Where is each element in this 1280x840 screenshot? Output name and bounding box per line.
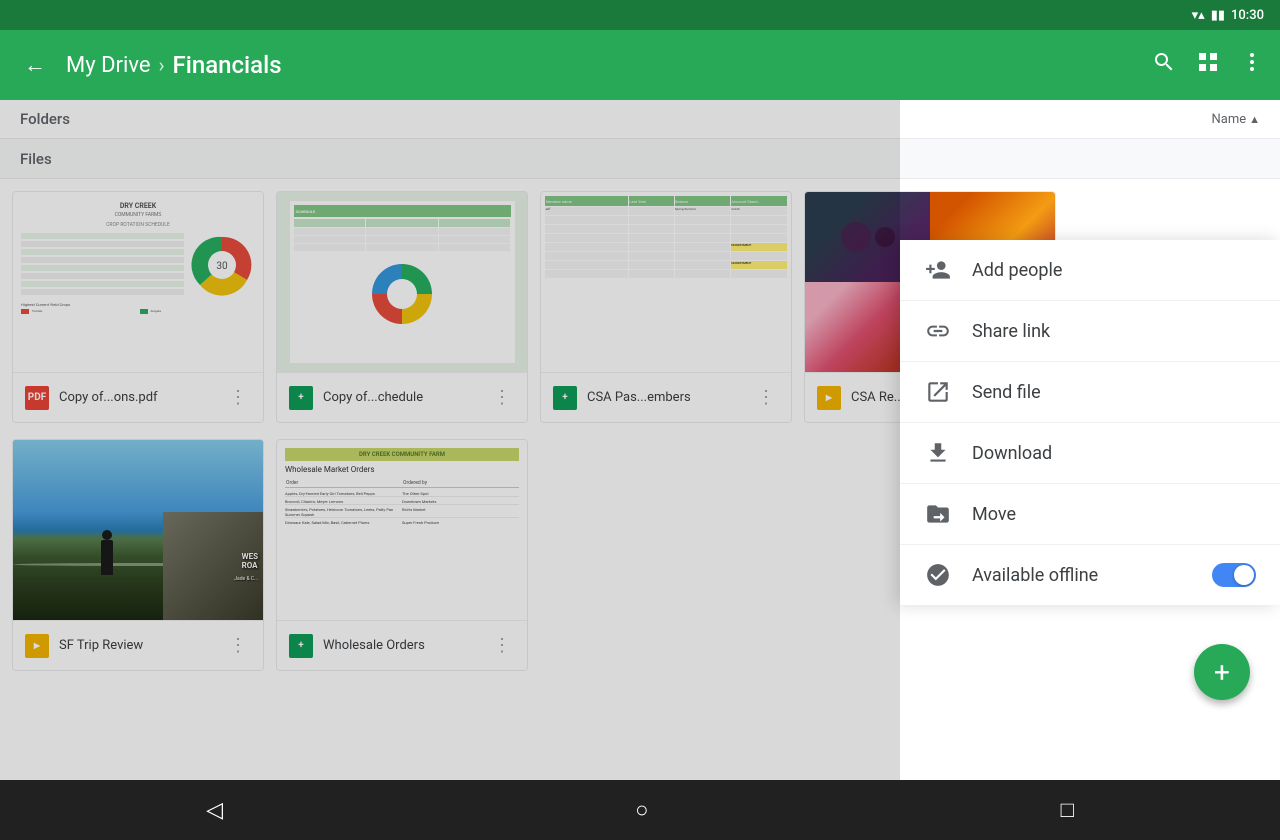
menu-item-add-people[interactable]: Add people [900, 240, 1280, 301]
menu-item-share-link[interactable]: Share link [900, 301, 1280, 362]
breadcrumb-my-drive[interactable]: My Drive [66, 53, 151, 78]
more-options-icon[interactable] [1240, 50, 1264, 80]
nav-back-button[interactable]: ◁ [190, 790, 239, 831]
toggle-knob [1234, 565, 1254, 585]
menu-item-download[interactable]: Download [900, 423, 1280, 484]
grid-view-icon[interactable] [1196, 50, 1220, 80]
sort-name-label: Name [1211, 112, 1246, 127]
send-file-icon [924, 378, 952, 406]
menu-item-send-file[interactable]: Send file [900, 362, 1280, 423]
available-offline-toggle[interactable] [1212, 563, 1256, 587]
nav-home-button[interactable]: ○ [619, 789, 664, 831]
move-label: Move [972, 504, 1256, 525]
content-area: Folders Name ▲ Files DRY CREEK COMMUNITY… [0, 100, 1280, 780]
context-menu: Add people Share link Send file [900, 240, 1280, 605]
search-icon[interactable] [1152, 50, 1176, 80]
toolbar: ← My Drive › Financials [0, 30, 1280, 100]
status-time: 10:30 [1231, 8, 1264, 23]
menu-item-available-offline[interactable]: Available offline [900, 545, 1280, 605]
status-bar: ▾▴ ▮▮ 10:30 [0, 0, 1280, 30]
download-label: Download [972, 443, 1256, 464]
overlay-dim [0, 100, 900, 780]
send-file-label: Send file [972, 382, 1256, 403]
fab-plus-icon: + [1214, 656, 1230, 689]
back-button[interactable]: ← [16, 44, 54, 86]
available-offline-icon [924, 561, 952, 589]
fab-button[interactable]: + [1194, 644, 1250, 700]
status-icons: ▾▴ ▮▮ 10:30 [1192, 8, 1264, 23]
nav-recents-button[interactable]: □ [1045, 789, 1090, 831]
breadcrumb-current: Financials [173, 51, 282, 79]
available-offline-label: Available offline [972, 565, 1192, 586]
share-link-icon [924, 317, 952, 345]
bottom-navigation: ◁ ○ □ [0, 780, 1280, 840]
breadcrumb-separator: › [159, 53, 165, 77]
battery-icon: ▮▮ [1211, 8, 1225, 23]
sort-arrow-icon: ▲ [1249, 113, 1260, 126]
menu-item-move[interactable]: Move [900, 484, 1280, 545]
name-sort[interactable]: Name ▲ [1211, 112, 1260, 127]
download-icon [924, 439, 952, 467]
toolbar-actions [1152, 50, 1264, 80]
breadcrumb: My Drive › Financials [66, 51, 1140, 79]
wifi-icon: ▾▴ [1192, 8, 1205, 23]
add-people-icon [924, 256, 952, 284]
move-icon [924, 500, 952, 528]
share-link-label: Share link [972, 321, 1256, 342]
add-people-label: Add people [972, 260, 1256, 281]
